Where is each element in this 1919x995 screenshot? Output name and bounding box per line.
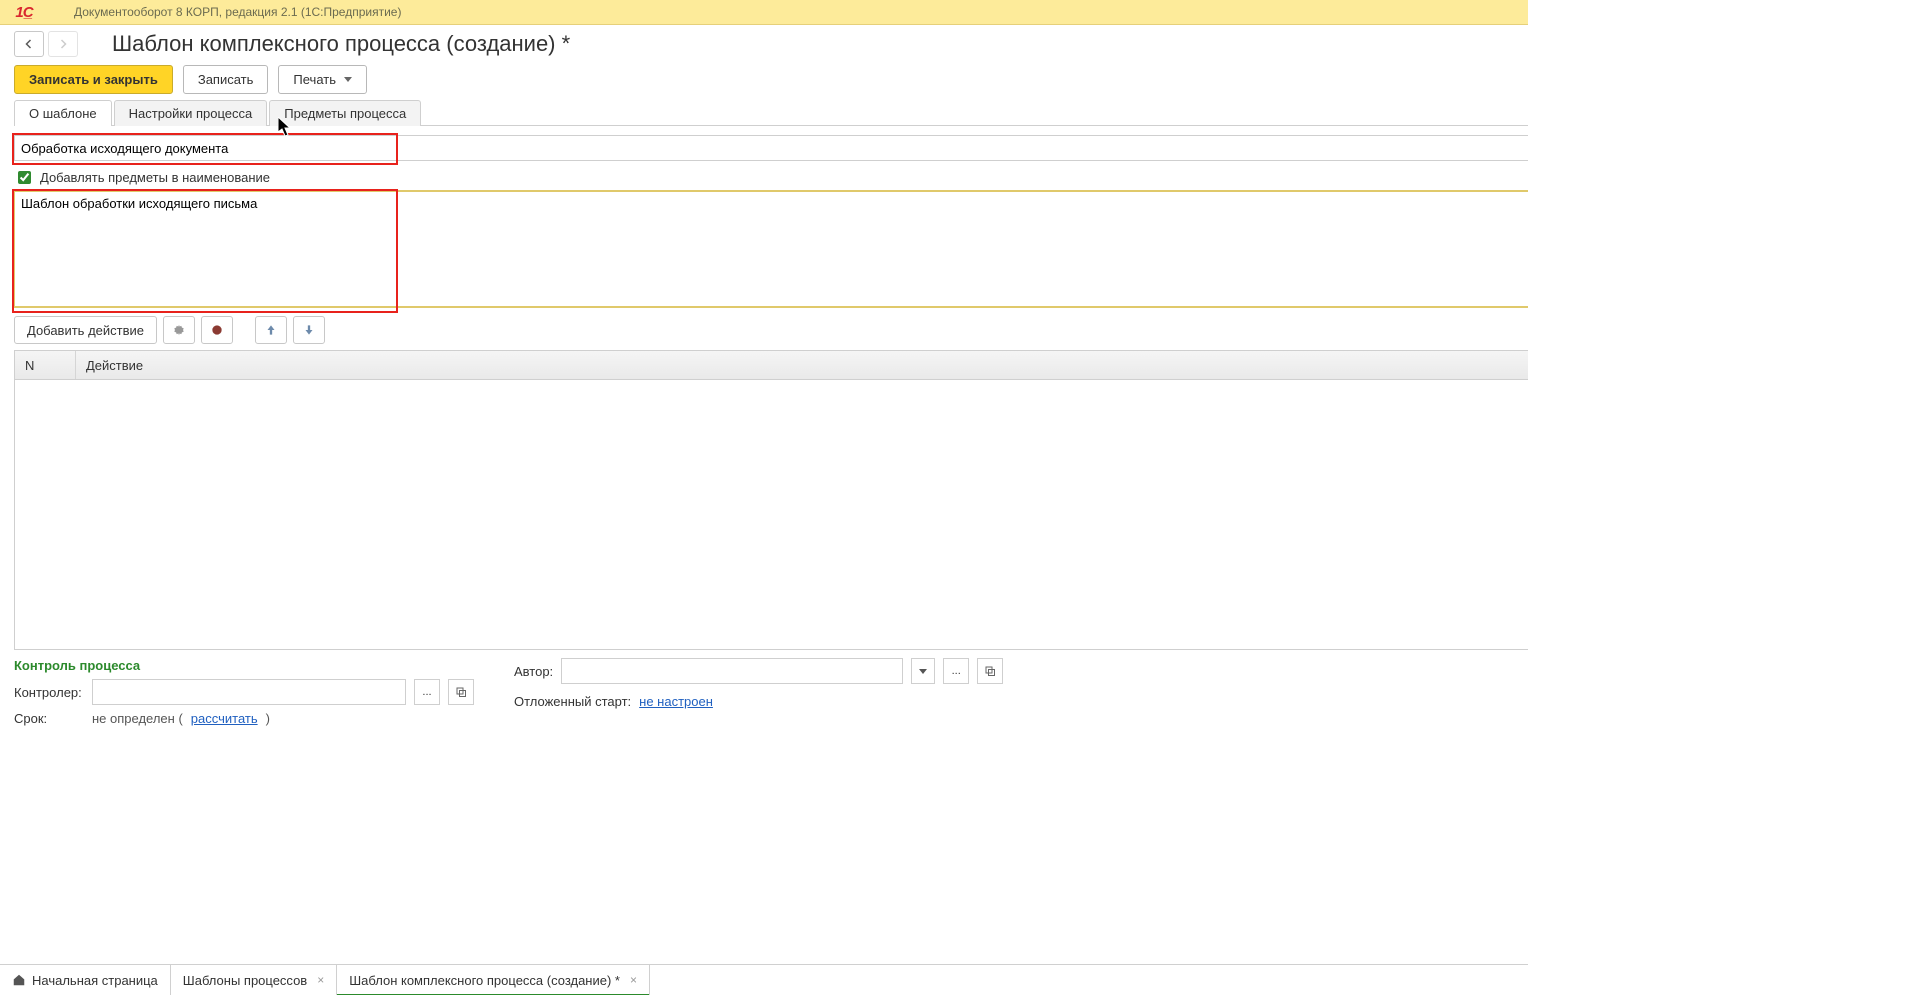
close-icon[interactable]: × xyxy=(630,973,637,987)
author-ellipsis-button[interactable]: ... xyxy=(943,658,969,684)
save-close-button[interactable]: Записать и закрыть xyxy=(14,65,173,94)
due-value-prefix: не определен ( xyxy=(92,711,183,726)
tab-subjects[interactable]: Предметы процесса xyxy=(269,100,421,126)
tab-settings[interactable]: Настройки процесса xyxy=(114,100,268,126)
move-down-button[interactable] xyxy=(293,316,325,344)
settings-action-button[interactable] xyxy=(163,316,195,344)
due-label: Срок: xyxy=(14,711,84,726)
templates-tab[interactable]: Шаблоны процессов × xyxy=(171,965,337,995)
bottom-tabs-bar: Начальная страница Шаблоны процессов × Ш… xyxy=(0,964,1528,995)
col-action: Действие xyxy=(76,351,1593,379)
templates-tab-label: Шаблоны процессов xyxy=(183,973,307,988)
controller-label: Контролер: xyxy=(14,685,84,700)
current-tab[interactable]: Шаблон комплексного процесса (создание) … xyxy=(337,965,650,995)
tab-about[interactable]: О шаблоне xyxy=(14,100,112,126)
calculate-link[interactable]: рассчитать xyxy=(191,711,258,726)
delete-action-button[interactable] xyxy=(201,316,233,344)
whitespace xyxy=(1528,0,1919,995)
col-n: N xyxy=(15,351,76,379)
control-heading: Контроль процесса xyxy=(14,658,474,673)
author-dropdown-button[interactable] xyxy=(911,658,935,684)
add-subjects-checkbox[interactable] xyxy=(18,171,31,184)
author-label: Автор: xyxy=(514,664,553,679)
hamburger-icon[interactable] xyxy=(46,2,66,22)
home-tab[interactable]: Начальная страница xyxy=(0,965,171,995)
app-title: Документооборот 8 КОРП, редакция 2.1 (1С… xyxy=(74,5,401,19)
add-action-button[interactable]: Добавить действие xyxy=(14,316,157,344)
home-tab-label: Начальная страница xyxy=(32,973,158,988)
template-name-input[interactable] xyxy=(14,135,1701,161)
add-subjects-label: Добавлять предметы в наименование xyxy=(40,170,270,185)
logo-1c: 1C̲ xyxy=(6,2,42,22)
author-input[interactable] xyxy=(561,658,903,684)
page-title: Шаблон комплексного процесса (создание) … xyxy=(112,31,570,57)
close-icon[interactable]: × xyxy=(317,973,324,987)
delayed-start-link[interactable]: не настроен xyxy=(639,694,713,709)
save-button[interactable]: Записать xyxy=(183,65,269,94)
nav-forward-button[interactable] xyxy=(48,31,78,57)
controller-input[interactable] xyxy=(92,679,406,705)
controller-ellipsis-button[interactable]: ... xyxy=(414,679,440,705)
print-button[interactable]: Печать xyxy=(278,65,367,94)
author-open-button[interactable] xyxy=(977,658,1003,684)
due-value-suffix: ) xyxy=(266,711,270,726)
move-up-button[interactable] xyxy=(255,316,287,344)
delayed-start-label: Отложенный старт: xyxy=(514,694,631,709)
nav-back-button[interactable] xyxy=(14,31,44,57)
controller-open-button[interactable] xyxy=(448,679,474,705)
current-tab-label: Шаблон комплексного процесса (создание) … xyxy=(349,973,620,988)
